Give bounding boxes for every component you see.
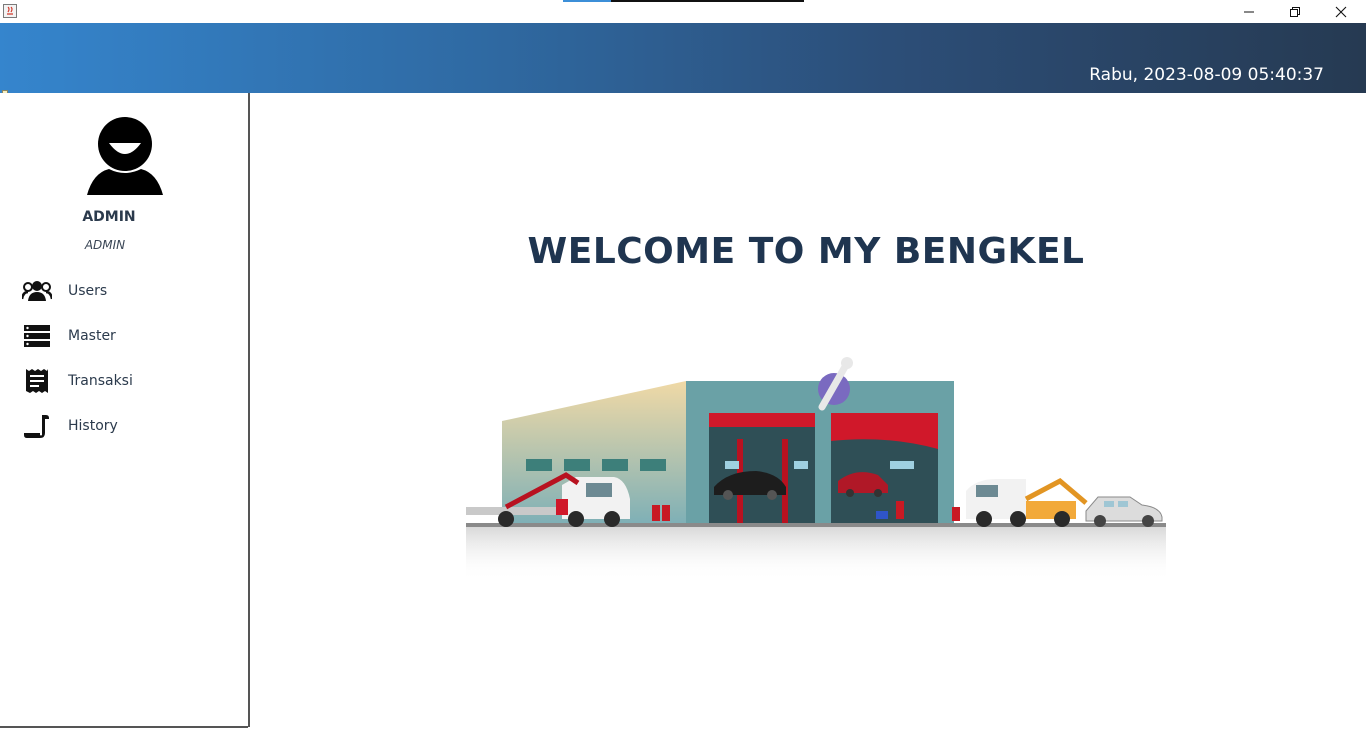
window-titlebar [0,0,1366,23]
datetime-label: Rabu, 2023-08-09 05:40:37 [1089,65,1324,85]
close-button[interactable] [1318,0,1364,23]
scroll-icon [20,412,54,440]
header-banner: Rabu, 2023-08-09 05:40:37 [0,23,1366,93]
sidebar: ADMIN ADMIN Users Master Transaksi Histo… [0,93,250,727]
user-role: ADMIN [84,238,126,252]
restore-icon [1290,6,1300,17]
divider [0,726,248,728]
user-avatar-icon [87,117,163,195]
server-icon [20,322,54,350]
sidebar-item-label: Users [68,283,108,299]
users-icon [20,277,54,305]
minimize-icon [1244,11,1254,12]
sidebar-item-transaksi[interactable]: Transaksi [20,365,230,397]
workshop-illustration [466,351,1166,581]
user-name: ADMIN [82,209,136,225]
sidebar-item-master[interactable]: Master [20,320,230,352]
title-progress-bar [563,0,804,2]
sidebar-item-label: Master [68,328,116,344]
java-app-icon [3,3,17,18]
sidebar-item-history[interactable]: History [20,410,230,442]
close-icon [1335,6,1347,17]
main-panel: WELCOME TO MY BENGKEL [250,93,1366,729]
welcome-title: WELCOME TO MY BENGKEL [527,231,1085,272]
sidebar-item-label: Transaksi [68,373,133,389]
minimize-button[interactable] [1226,0,1272,23]
sidebar-item-label: History [68,418,118,434]
avatar [87,113,163,195]
sidebar-item-users[interactable]: Users [20,275,230,307]
receipt-icon [20,367,54,395]
restore-button[interactable] [1272,0,1318,23]
